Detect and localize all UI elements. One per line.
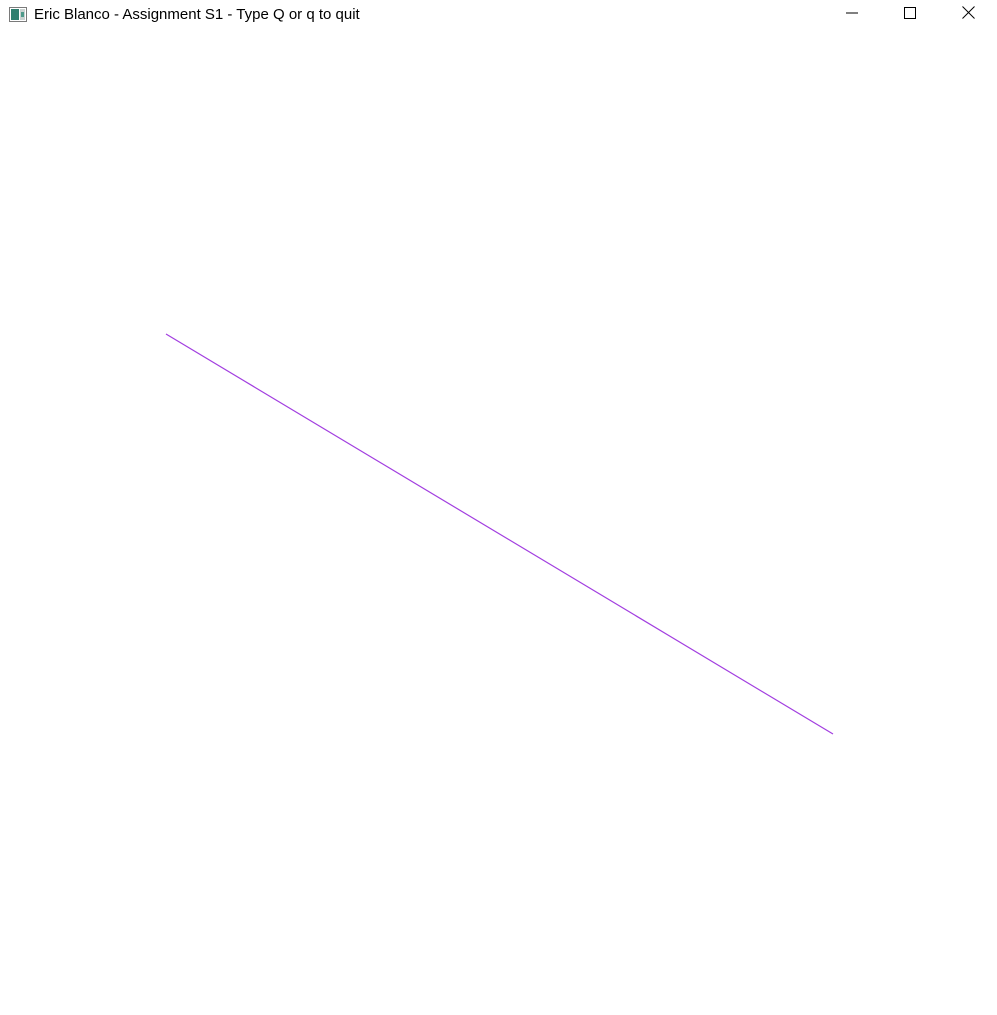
canvas-svg: [165, 333, 834, 735]
minimize-icon: [846, 6, 858, 24]
close-button[interactable]: [945, 0, 991, 30]
drawing-canvas[interactable]: [0, 30, 997, 1015]
minimize-button[interactable]: [829, 0, 875, 30]
close-icon: [961, 6, 975, 24]
window-title: Eric Blanco - Assignment S1 - Type Q or …: [34, 6, 360, 23]
title-bar[interactable]: Eric Blanco - Assignment S1 - Type Q or …: [0, 0, 997, 30]
diagonal-line: [165, 333, 834, 735]
opengl-window-icon: [9, 7, 27, 22]
maximize-icon: [904, 6, 916, 24]
maximize-button[interactable]: [887, 0, 933, 30]
app-window: Eric Blanco - Assignment S1 - Type Q or …: [0, 0, 997, 1015]
